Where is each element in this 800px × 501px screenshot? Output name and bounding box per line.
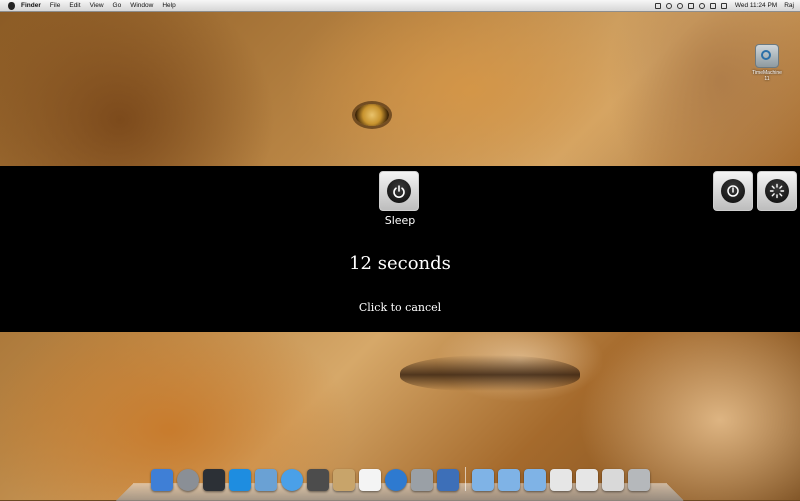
launchpad-icon[interactable] [176, 469, 199, 491]
sleep-button[interactable] [379, 171, 419, 211]
downloads-folder-icon[interactable] [523, 469, 546, 491]
restart-spinner-icon [765, 179, 789, 203]
system-preferences-icon[interactable] [410, 469, 433, 491]
clock-status-icon[interactable] [676, 2, 683, 9]
desktop-icon-label: TimeMachine11 [752, 70, 782, 82]
restart-button[interactable] [757, 171, 797, 211]
menu-edit[interactable]: Edit [69, 0, 80, 11]
menu-view[interactable]: View [90, 0, 104, 11]
mission-control-icon[interactable] [202, 469, 225, 491]
dock [120, 462, 680, 496]
ical-icon[interactable] [358, 469, 381, 491]
menu-app-name[interactable]: Finder [21, 0, 41, 11]
app-store-icon[interactable] [228, 469, 251, 491]
window-stack-icon[interactable] [549, 469, 572, 491]
cancel-link[interactable]: Click to cancel [320, 301, 480, 314]
applications-folder-icon[interactable] [471, 469, 494, 491]
volume-icon[interactable] [709, 2, 716, 9]
menu-go[interactable]: Go [113, 0, 122, 11]
menu-window[interactable]: Window [130, 0, 153, 11]
menu-extras: Wed 11:24 PM Raj [650, 0, 794, 11]
xcode-icon[interactable] [436, 469, 459, 491]
shutdown-button[interactable] [713, 171, 753, 211]
address-book-icon[interactable] [332, 469, 355, 491]
facetime-icon[interactable] [306, 469, 329, 491]
preview-icon[interactable] [254, 469, 277, 491]
wallpaper-lion-mouth [400, 355, 580, 391]
itunes-icon[interactable] [384, 469, 407, 491]
menu-clock[interactable]: Wed 11:24 PM [735, 0, 777, 11]
documents-folder-icon[interactable] [497, 469, 520, 491]
wallpaper-lion-eye [355, 104, 389, 126]
trash-icon[interactable] [627, 469, 650, 491]
sleep-label: Sleep [384, 214, 416, 227]
menu-bar: Finder File Edit View Go Window Help Wed… [0, 0, 800, 12]
bluetooth-icon[interactable] [687, 2, 694, 9]
sleep-icon [387, 179, 411, 203]
wifi-icon[interactable] [698, 2, 705, 9]
time-machine-drive-icon [755, 44, 779, 68]
menu-help[interactable]: Help [162, 0, 175, 11]
dock-separator [464, 467, 466, 491]
countdown-text: 12 seconds [349, 253, 451, 274]
finder-icon[interactable] [150, 469, 173, 491]
desktop-icon-time-machine[interactable]: TimeMachine11 [752, 44, 782, 82]
battery-icon[interactable] [720, 2, 727, 9]
sync-status-icon[interactable] [665, 2, 672, 9]
safari-icon[interactable] [280, 469, 303, 491]
shutdown-icon [721, 179, 745, 203]
menu-user[interactable]: Raj [784, 0, 794, 11]
time-machine-status-icon[interactable] [654, 2, 661, 9]
window-stack-3-icon[interactable] [601, 469, 624, 491]
window-stack-2-icon[interactable] [575, 469, 598, 491]
apple-menu-icon[interactable] [8, 1, 15, 10]
menu-file[interactable]: File [50, 0, 60, 11]
